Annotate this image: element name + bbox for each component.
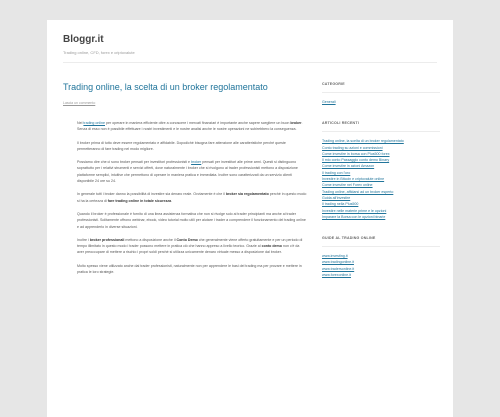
text-run: Il broker prima di tutto deve essere reg… (77, 140, 286, 151)
text-run: Possiamo dire che ci sono broker pensati… (77, 160, 192, 165)
sidebar-widget: Articoli recenti Trading online, la scelt… (322, 121, 440, 220)
site-title[interactable]: Bloggr.it (63, 34, 104, 45)
widget-title: Articoli recenti (322, 121, 359, 126)
bold-text: fare trading online in totale sicurezza (107, 198, 172, 203)
bold-text: broker professionali (89, 237, 125, 242)
site-description: Trading online, CFD, forex e criptovalut… (63, 50, 135, 55)
text-run: Quando il broker è professionale è forni… (77, 211, 306, 229)
text-run: mettono a disposizione anche il (124, 237, 177, 242)
text-run: . (171, 198, 173, 203)
widget-title: Categorie (322, 82, 345, 86)
sidebar: Categorie Generali Articoli recenti Trading… (322, 82, 440, 294)
widget-divider (322, 131, 440, 133)
post-paragraph: Inoltre i broker professionali mettono a… (77, 237, 307, 256)
bold-text: conto demo (261, 244, 282, 249)
bold-text: broker sia regolamentato (225, 192, 269, 197)
widget-divider (322, 246, 440, 248)
sidebar-link[interactable]: Generali (322, 99, 440, 105)
sidebar-link[interactable]: www.forexonline.it (322, 272, 440, 278)
post-paragraph: Nel trading online per operare in manier… (77, 120, 307, 133)
widget-divider (322, 92, 440, 93)
post-paragraph: Possiamo dire che ci sono broker pensati… (77, 159, 307, 184)
text-run: per operare in maniera efficiente oltre … (105, 121, 291, 125)
inline-link[interactable]: broker (191, 160, 201, 164)
sidebar-widget: Categorie Generali (322, 82, 440, 105)
text-run: In generale tutti i broker danno la poss… (77, 192, 226, 197)
post-paragraph: Il broker prima di tutto deve essere reg… (77, 140, 307, 153)
text-run: Inoltre i (77, 237, 90, 242)
bold-text: broker (290, 121, 302, 125)
header-divider (63, 62, 437, 63)
widget-title: Guide al trading online (322, 236, 376, 241)
post-paragraph: In generale tutti i broker danno la poss… (77, 191, 307, 204)
post-paragraph: Molto spesso viene utilizzato anche dai … (77, 263, 307, 276)
main-content: Trading online, la scelta di un broker r… (63, 82, 307, 282)
post-paragraph: Quando il broker è professionale è forni… (77, 211, 307, 230)
text-run: Molto spesso viene utilizzato anche dai … (77, 263, 302, 275)
page-container: Bloggr.it Trading online, CFD, forex e c… (47, 20, 453, 417)
post-title[interactable]: Trading online, la scelta di un broker r… (63, 82, 307, 93)
inline-link[interactable]: trading online (83, 121, 105, 125)
post-comment-link[interactable]: Lascia un commento (63, 101, 307, 105)
bold-text: Conto Demo (176, 237, 198, 242)
sidebar-link[interactable]: Imparare la Borsa con le opzioni binarie (322, 214, 440, 220)
sidebar-widget: Guide al trading online www.investing.it w… (322, 236, 440, 278)
post-content: Nel trading online per operare in manier… (63, 120, 307, 275)
